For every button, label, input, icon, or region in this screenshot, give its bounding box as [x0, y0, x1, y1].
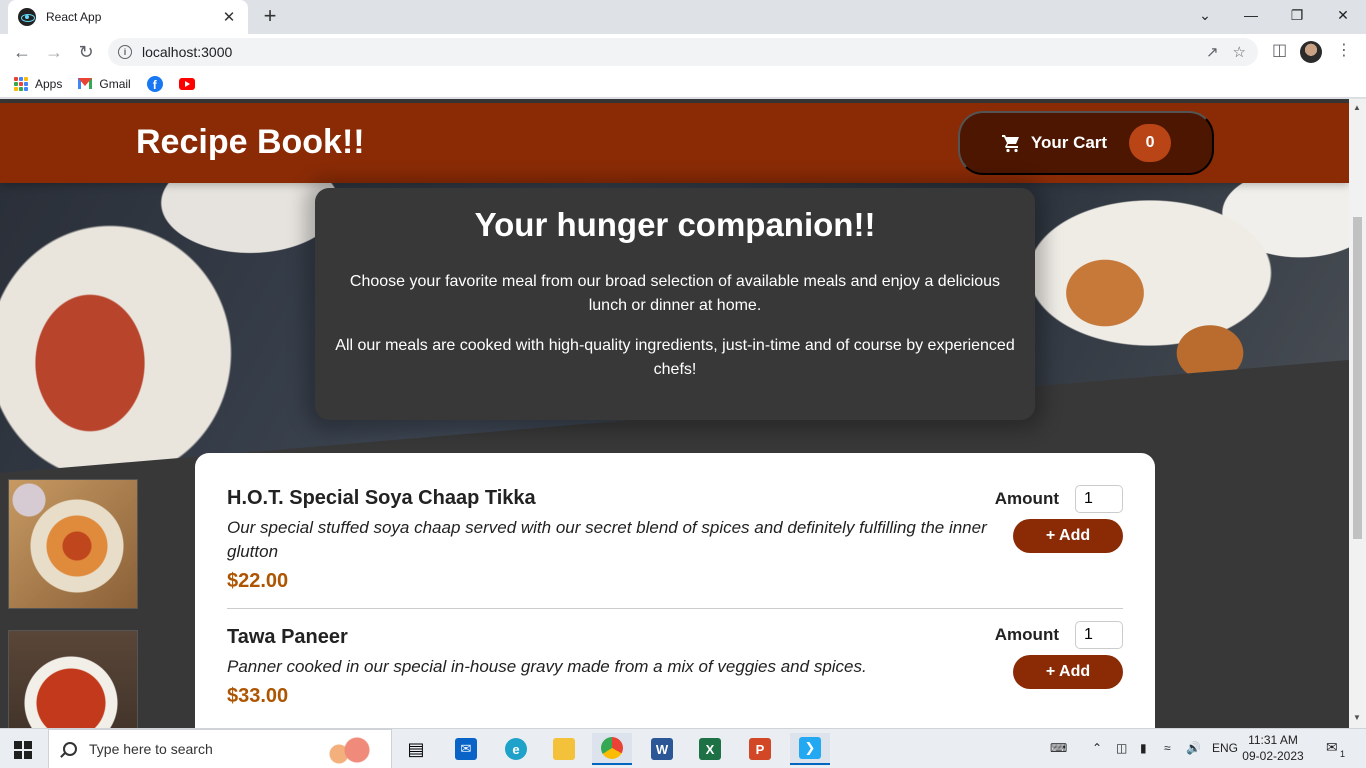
site-info-icon[interactable]: i: [118, 45, 132, 59]
search-icon: [63, 742, 77, 756]
meal-thumbnails: [8, 479, 138, 728]
chrome-app-icon[interactable]: [592, 733, 632, 765]
wifi-icon[interactable]: ≈: [1164, 741, 1171, 755]
vscode-app-icon[interactable]: ❯: [790, 733, 830, 765]
soya-chaap-tikka-image: [8, 479, 138, 609]
task-view-icon[interactable]: ▤: [396, 733, 436, 765]
amount-input[interactable]: [1075, 485, 1123, 513]
youtube-icon: [178, 77, 195, 90]
app-logo: Recipe Book!!: [136, 123, 365, 161]
meal-add-form: Amount + Add: [993, 485, 1123, 553]
bookmark-facebook[interactable]: f: [146, 75, 163, 92]
summary-title: Your hunger companion!!: [474, 206, 876, 243]
cart-button[interactable]: Your Cart 0: [958, 111, 1214, 175]
restore-button[interactable]: ❐: [1274, 0, 1320, 30]
side-panel-icon[interactable]: ◫: [1272, 40, 1287, 60]
add-to-cart-button[interactable]: + Add: [1013, 519, 1123, 553]
cart-icon: [1001, 135, 1019, 153]
meal-price: $22.00: [227, 570, 289, 592]
edge-app-icon[interactable]: e: [496, 733, 536, 765]
scrollbar-thumb[interactable]: [1353, 217, 1362, 539]
bookmark-apps[interactable]: Apps: [14, 76, 63, 91]
meal-add-form: Amount + Add: [993, 621, 1123, 689]
scroll-down-icon[interactable]: ▼: [1353, 713, 1361, 722]
address-bar[interactable]: i localhost:3000 ↗ ☆: [108, 38, 1258, 66]
volume-icon[interactable]: 🔊: [1186, 741, 1201, 755]
language-indicator[interactable]: ENG: [1212, 741, 1238, 755]
menu-icon[interactable]: ⋮: [1336, 40, 1352, 60]
browser-toolbar: ← → ↻ i localhost:3000 ↗ ☆ ◫ ⋮: [0, 34, 1366, 70]
bookmark-gmail[interactable]: Gmail: [78, 76, 131, 91]
new-tab-button[interactable]: +: [258, 4, 282, 28]
bookmark-label: Gmail: [99, 76, 131, 91]
meal-item: H.O.T. Special Soya Chaap Tikka Our spec…: [227, 473, 1123, 609]
app-header: Recipe Book!! Your Cart 0: [0, 103, 1349, 183]
meals-list-card: H.O.T. Special Soya Chaap Tikka Our spec…: [195, 453, 1155, 728]
react-favicon-icon: [18, 8, 36, 26]
amount-label: Amount: [994, 489, 1059, 508]
page-viewport: Recipe Book!! Your Cart 0 Your hunger co…: [0, 99, 1366, 728]
notification-count: 1: [1340, 749, 1346, 759]
windows-start-icon[interactable]: [14, 741, 32, 759]
battery-icon[interactable]: ▮: [1140, 741, 1147, 755]
meal-name: Tawa Paneer: [227, 626, 348, 648]
bookmark-youtube[interactable]: [178, 77, 195, 90]
back-icon[interactable]: ←: [10, 40, 34, 64]
url-text[interactable]: localhost:3000: [142, 44, 232, 60]
notification-icon[interactable]: ✉: [1326, 739, 1338, 756]
add-to-cart-button[interactable]: + Add: [1013, 655, 1123, 689]
tab-close-icon[interactable]: ✕: [220, 8, 238, 26]
bookmark-star-icon[interactable]: ☆: [1233, 43, 1246, 61]
browser-tab[interactable]: React App ✕: [8, 0, 248, 34]
bookmark-label: Apps: [35, 76, 63, 91]
share-icon[interactable]: ↗: [1206, 43, 1219, 61]
amount-label: Amount: [994, 625, 1059, 644]
page-scrollbar[interactable]: ▲ ▼: [1349, 99, 1366, 728]
facebook-icon: f: [146, 75, 163, 92]
powerpoint-app-icon[interactable]: P: [740, 733, 780, 765]
meals-summary: Your hunger companion!! Choose your favo…: [315, 188, 1035, 420]
tawa-paneer-image: [8, 630, 138, 728]
keyboard-icon[interactable]: ⌨: [1050, 741, 1067, 755]
meal-description: Panner cooked in our special in-house gr…: [227, 657, 867, 676]
taskbar-search[interactable]: Type here to search: [48, 729, 392, 768]
gmail-icon: [78, 78, 93, 89]
cart-count-badge: 0: [1129, 124, 1172, 162]
apps-grid-icon: [14, 76, 28, 91]
minimize-button[interactable]: —: [1228, 0, 1274, 30]
cart-label: Your Cart: [1030, 133, 1108, 152]
clock-time: 11:31 AM: [1248, 733, 1298, 747]
windows-taskbar: Type here to search ▤ ✉ e W X P ❯ ⌨ ⌃ ◫ …: [0, 728, 1366, 768]
summary-paragraph: Choose your favorite meal from our broad…: [349, 273, 1001, 314]
forward-icon[interactable]: →: [42, 40, 66, 64]
meal-item: Tawa Paneer Panner cooked in our special…: [227, 609, 1123, 728]
meal-price: $33.00: [227, 685, 289, 707]
browser-tab-strip: React App ✕ + ⌄ — ❐ ✕: [0, 0, 1366, 34]
search-highlight-art: [317, 732, 385, 768]
reload-icon[interactable]: ↻: [74, 40, 98, 64]
device-icon[interactable]: ◫: [1116, 741, 1127, 755]
search-placeholder: Type here to search: [89, 741, 213, 757]
tab-title: React App: [46, 10, 102, 24]
clock-date: 09-02-2023: [1242, 749, 1304, 763]
profile-avatar[interactable]: [1300, 41, 1322, 63]
scroll-up-icon[interactable]: ▲: [1353, 103, 1361, 112]
excel-app-icon[interactable]: X: [690, 733, 730, 765]
close-window-button[interactable]: ✕: [1320, 0, 1366, 30]
taskbar-clock[interactable]: 11:31 AM 09-02-2023: [1240, 732, 1306, 764]
summary-paragraph: All our meals are cooked with high-quali…: [335, 337, 1015, 378]
show-hidden-icons-icon[interactable]: ⌃: [1092, 741, 1102, 755]
mail-app-icon[interactable]: ✉: [446, 733, 486, 765]
bookmarks-bar: Apps Gmail f: [0, 70, 1366, 98]
word-app-icon[interactable]: W: [642, 733, 682, 765]
tab-search-button[interactable]: ⌄: [1182, 0, 1228, 30]
meal-name: H.O.T. Special Soya Chaap Tikka: [227, 487, 536, 509]
amount-input[interactable]: [1075, 621, 1123, 649]
meal-description: Our special stuffed soya chaap served wi…: [227, 518, 987, 561]
file-explorer-icon[interactable]: [544, 733, 584, 765]
